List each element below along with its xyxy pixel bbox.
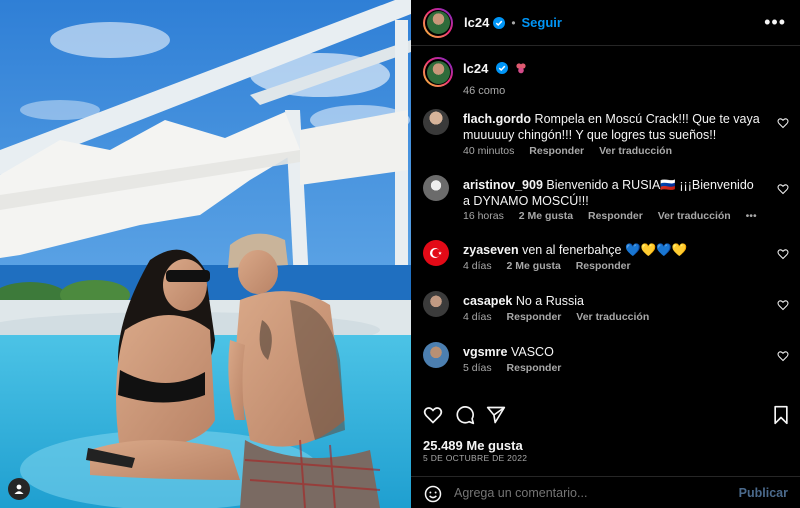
commenter-avatar[interactable] — [423, 175, 449, 201]
caption-subtext: 46 como — [463, 85, 506, 97]
comment-text: ven al fenerbahçe 💙💛💙💛 — [522, 243, 688, 257]
commenter-avatar[interactable] — [423, 291, 449, 317]
translate-button[interactable]: Ver traducción — [658, 210, 731, 222]
caption-avatar[interactable] — [423, 57, 453, 87]
comment-time: 16 horas — [463, 210, 504, 222]
user-tag-button[interactable] — [8, 478, 30, 500]
comment-item: vgsmre VASCO 5 días Responder — [423, 342, 793, 382]
commenter-username[interactable]: flach.gordo — [463, 112, 531, 126]
translate-button[interactable]: Ver traducción — [576, 311, 649, 323]
commenter-avatar[interactable] — [423, 109, 449, 135]
post-image — [0, 0, 411, 508]
reply-button[interactable]: Responder — [507, 311, 562, 323]
comment-text: No a Russia — [515, 294, 584, 308]
comment-likes[interactable]: 2 Me gusta — [519, 210, 573, 222]
smile-icon[interactable] — [424, 485, 442, 503]
post-photo[interactable] — [0, 0, 411, 508]
post-header: lc24 • Seguir ••• — [411, 0, 800, 46]
translate-button[interactable]: Ver traducción — [599, 145, 672, 157]
post-details-panel: lc24 • Seguir ••• lc24 46 como flach.gor… — [411, 0, 800, 508]
comment-like-icon[interactable] — [777, 117, 789, 129]
reply-button[interactable]: Responder — [588, 210, 643, 222]
reply-button[interactable]: Responder — [507, 362, 562, 374]
user-tag-icon — [14, 484, 24, 494]
heart-icon[interactable] — [423, 405, 443, 425]
post-actions — [411, 397, 800, 433]
comment-like-icon[interactable] — [777, 248, 789, 260]
more-options-button[interactable]: ••• — [764, 13, 786, 31]
share-icon[interactable] — [486, 405, 506, 425]
comment-text: VASCO — [510, 345, 554, 359]
commenter-avatar[interactable] — [423, 342, 449, 368]
post-date: 5 DE OCTUBRE DE 2022 — [423, 453, 528, 463]
reply-button[interactable]: Responder — [576, 260, 631, 272]
comment-icon[interactable] — [455, 405, 475, 425]
follow-button[interactable]: Seguir — [522, 15, 562, 30]
commenter-username[interactable]: vgsmre — [463, 345, 507, 359]
comment-like-icon[interactable] — [777, 183, 789, 195]
post-caption: lc24 46 como — [423, 57, 526, 97]
comment-item: aristinov_909 Bienvenido a RUSIA🇷🇺 ¡¡¡Bi… — [423, 175, 793, 230]
reply-button[interactable]: Responder — [529, 145, 584, 157]
turkey-flag-icon — [430, 248, 442, 258]
comment-like-icon[interactable] — [777, 350, 789, 362]
comment-likes[interactable]: 2 Me gusta — [507, 260, 561, 272]
comment-time: 4 días — [463, 311, 492, 323]
comment-input[interactable] — [454, 486, 724, 500]
commenter-avatar[interactable] — [423, 240, 449, 266]
likes-count[interactable]: 25.489 Me gusta — [423, 438, 523, 453]
comment-options-button[interactable]: ••• — [746, 210, 757, 222]
comment-item: flach.gordo Rompela en Moscú Crack!!! Qu… — [423, 109, 793, 164]
comment-item: zyaseven ven al fenerbahçe 💙💛💙💛 4 días 2… — [423, 240, 793, 280]
caption-author[interactable]: lc24 — [463, 61, 527, 76]
author-avatar[interactable] — [423, 7, 453, 38]
commenter-username[interactable]: aristinov_909 — [463, 178, 543, 192]
verified-badge-icon — [493, 16, 506, 29]
medal-emoji-icon — [515, 63, 526, 74]
commenter-username[interactable]: zyaseven — [463, 243, 519, 257]
verified-badge-icon — [495, 62, 508, 74]
author-username[interactable]: lc24 — [464, 15, 489, 30]
comment-time: 40 minutos — [463, 145, 515, 157]
add-comment-bar: Publicar — [411, 476, 800, 508]
comment-time: 4 días — [463, 260, 492, 272]
comment-time: 5 días — [463, 362, 492, 374]
comment-item: casapek No a Russia 4 días Responder Ver… — [423, 291, 793, 331]
comment-like-icon[interactable] — [777, 299, 789, 311]
comments-list[interactable]: lc24 46 como flach.gordo Rompela en Mosc… — [411, 47, 800, 389]
bookmark-icon[interactable] — [771, 405, 791, 425]
separator-dot: • — [511, 15, 516, 30]
publish-button[interactable]: Publicar — [739, 486, 788, 500]
commenter-username[interactable]: casapek — [463, 294, 512, 308]
